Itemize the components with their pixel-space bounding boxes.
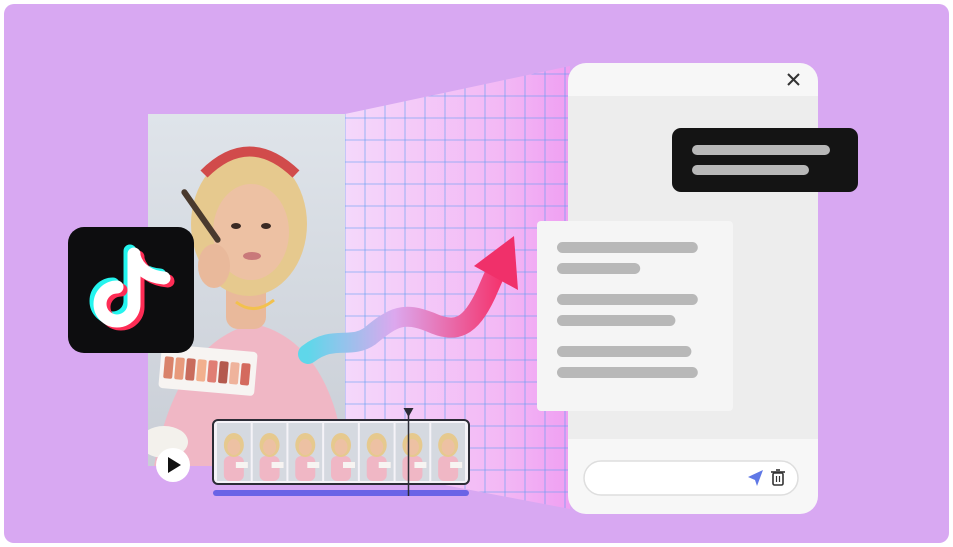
incoming-bubble-line: [692, 145, 830, 155]
timeline-frame: [252, 423, 287, 481]
palette-pan: [163, 356, 174, 379]
timeline-frame-face: [441, 439, 455, 455]
timeline-frame-palette: [378, 462, 391, 468]
reply-chat-card: [537, 221, 733, 411]
illustration-canvas: [0, 0, 953, 547]
timeline-frame-face: [263, 439, 277, 455]
timeline-frame-palette: [271, 462, 284, 468]
timeline-frames: [217, 423, 465, 481]
reply-card-line: [557, 315, 676, 326]
timeline-frame: [324, 423, 358, 481]
timeline-frame-palette: [414, 462, 427, 468]
reply-card-line: [557, 367, 698, 378]
person-hand: [198, 244, 230, 288]
incoming-bubble-body: [672, 128, 858, 192]
scene-svg: [4, 4, 949, 543]
timeline-frame-body: [331, 456, 351, 481]
palette-pan: [229, 362, 240, 385]
timeline-frame-body: [259, 456, 280, 481]
timeline-frame: [288, 423, 323, 481]
timeline-frame-face: [227, 439, 241, 455]
palette-pan: [196, 359, 207, 382]
close-icon[interactable]: [781, 68, 805, 92]
palette-pan: [174, 357, 185, 380]
incoming-chat-bubble: [672, 128, 858, 192]
timeline-frame-body: [438, 456, 459, 481]
tiktok-logo-tile[interactable]: [68, 227, 194, 353]
timeline-frame: [359, 423, 394, 481]
palette-pan: [239, 363, 251, 386]
hero-banner: [4, 4, 949, 543]
timeline-frame-body: [366, 456, 387, 481]
timeline-progress-bar[interactable]: [213, 490, 469, 496]
timeline-frame-palette: [450, 462, 463, 468]
timeline-frame-palette: [235, 462, 248, 468]
reply-card-line: [557, 242, 698, 253]
play-button[interactable]: [156, 448, 190, 482]
timeline-frame-body: [223, 456, 244, 481]
timeline-frame-face: [298, 439, 312, 455]
incoming-bubble-line: [692, 165, 809, 175]
message-input[interactable]: [583, 460, 799, 496]
person-eye-right: [261, 223, 271, 229]
reply-card-line: [557, 294, 698, 305]
timeline-frame-face: [334, 439, 348, 455]
palette-pan: [218, 361, 229, 384]
timeline-frame-body: [402, 456, 423, 481]
timeline-frame: [395, 423, 430, 481]
timeline-frame: [431, 423, 465, 481]
reply-card-line: [557, 346, 692, 357]
timeline-frame-face: [370, 439, 384, 455]
palette-pan: [207, 360, 218, 383]
palette-pan: [185, 358, 196, 381]
reply-card-line: [557, 263, 641, 274]
timeline-frame: [217, 423, 251, 481]
person-lips: [243, 252, 261, 260]
timeline-frame-palette: [307, 462, 320, 468]
timeline-frame-body: [295, 456, 316, 481]
person-eye-left: [231, 223, 241, 229]
video-timeline[interactable]: [212, 408, 470, 496]
timeline-frame-palette: [343, 462, 355, 468]
